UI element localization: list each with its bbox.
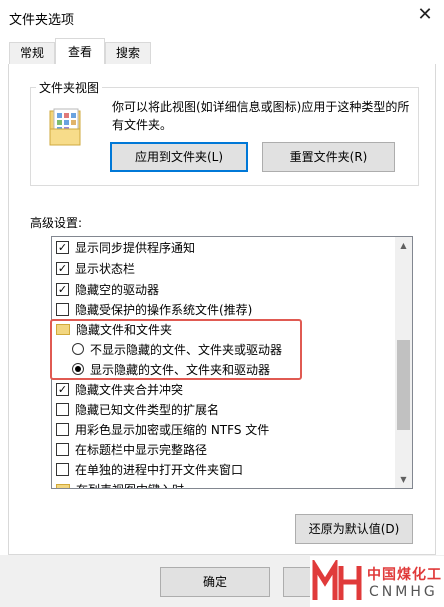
setting-label: 隐藏受保护的操作系统文件(推荐) bbox=[75, 302, 253, 317]
highlight-annotation bbox=[50, 319, 302, 380]
checkbox-checked[interactable]: ✓ bbox=[56, 382, 69, 396]
checkbox-checked[interactable]: ✓ bbox=[56, 240, 69, 254]
setting-label: 显示同步提供程序通知 bbox=[75, 240, 196, 255]
folder-view-description: 你可以将此视图(如详细信息或图标)应用于这种类型的所有文件夹。 bbox=[112, 100, 410, 132]
scroll-up-icon[interactable]: ▲ bbox=[395, 237, 412, 254]
setting-label: 在列表视图中键入时 bbox=[76, 481, 184, 489]
setting-full-path-title[interactable]: 在标题栏中显示完整路径 bbox=[56, 439, 207, 459]
scroll-down-icon[interactable]: ▼ bbox=[395, 471, 412, 488]
scrollbar-thumb[interactable] bbox=[397, 340, 410, 430]
apply-to-folders-button[interactable]: 应用到文件夹(L) bbox=[110, 142, 248, 172]
restore-defaults-button[interactable]: 还原为默认值(D) bbox=[295, 514, 413, 544]
reset-folders-button[interactable]: 重置文件夹(R) bbox=[262, 142, 395, 172]
setting-label: 隐藏已知文件类型的扩展名 bbox=[75, 402, 220, 417]
folder-icon bbox=[56, 483, 70, 488]
setting-sync-notifications[interactable]: ✓ 显示同步提供程序通知 bbox=[56, 237, 195, 257]
setting-label: 在单独的进程中打开文件夹窗口 bbox=[75, 462, 244, 477]
window-title: 文件夹选项 bbox=[9, 13, 75, 28]
close-icon[interactable]: ✕ bbox=[414, 4, 436, 26]
setting-color-ntfs[interactable]: 用彩色显示加密或压缩的 NTFS 文件 bbox=[56, 419, 269, 439]
checkbox-unchecked[interactable] bbox=[56, 402, 69, 416]
setting-label: 隐藏空的驱动器 bbox=[75, 282, 160, 297]
checkbox-unchecked[interactable] bbox=[56, 422, 69, 436]
setting-label: 在标题栏中显示完整路径 bbox=[75, 442, 208, 457]
setting-label: 显示状态栏 bbox=[75, 261, 136, 276]
setting-label: 隐藏文件夹合并冲突 bbox=[75, 382, 184, 397]
watermark-text-en: CNMHG bbox=[369, 584, 438, 600]
setting-hide-extensions[interactable]: 隐藏已知文件类型的扩展名 bbox=[56, 399, 219, 419]
checkbox-unchecked[interactable] bbox=[56, 462, 69, 476]
ok-button[interactable]: 确定 bbox=[160, 567, 270, 597]
watermark-logo-icon bbox=[312, 560, 362, 600]
setting-separate-process[interactable]: 在单独的进程中打开文件夹窗口 bbox=[56, 459, 243, 479]
tab-view[interactable]: 查看 bbox=[55, 38, 105, 65]
watermark-text-cn: 中国煤化工 bbox=[367, 567, 442, 583]
checkbox-checked[interactable]: ✓ bbox=[56, 261, 69, 275]
setting-label: 用彩色显示加密或压缩的 NTFS 文件 bbox=[75, 422, 270, 437]
advanced-settings-label: 高级设置: bbox=[30, 216, 83, 230]
setting-hide-empty-drives[interactable]: ✓ 隐藏空的驱动器 bbox=[56, 279, 159, 299]
setting-status-bar[interactable]: ✓ 显示状态栏 bbox=[56, 258, 135, 278]
checkbox-unchecked[interactable] bbox=[56, 442, 69, 456]
tab-general[interactable]: 常规 bbox=[9, 42, 55, 65]
setting-hide-protected-os-files[interactable]: 隐藏受保护的操作系统文件(推荐) bbox=[56, 299, 252, 319]
checkbox-checked[interactable]: ✓ bbox=[56, 282, 69, 296]
folder-view-group-label: 文件夹视图 bbox=[36, 79, 103, 96]
tab-search[interactable]: 搜索 bbox=[105, 42, 151, 65]
setting-hide-merge-conflicts[interactable]: ✓ 隐藏文件夹合并冲突 bbox=[56, 379, 183, 399]
setting-typing-list-view: 在列表视图中键入时 bbox=[56, 479, 184, 489]
checkbox-unchecked[interactable] bbox=[56, 302, 69, 316]
folder-view-icon bbox=[49, 108, 81, 146]
